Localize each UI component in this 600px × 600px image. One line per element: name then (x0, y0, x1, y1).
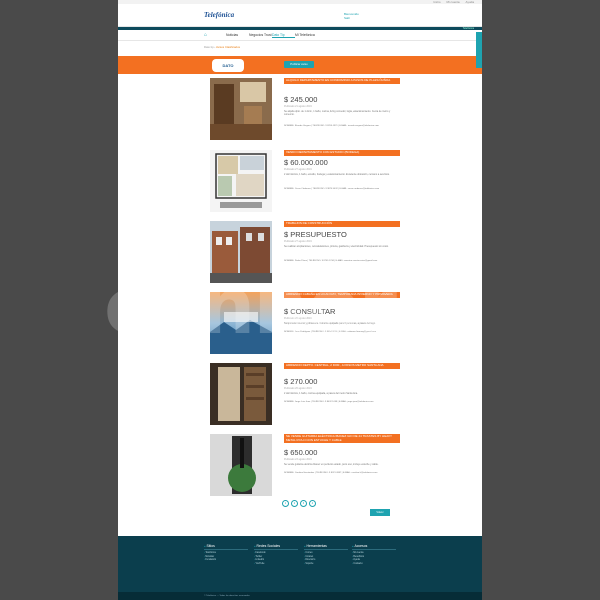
footer-column: Sitios Telefónica Movistar Fundación (204, 544, 248, 563)
listing-description: 2 dormitorios, 1 baño, estudio, bodega y… (284, 173, 390, 176)
listing-photo[interactable] (210, 434, 272, 496)
watermark: connora (104, 262, 448, 352)
page-button[interactable]: 2 (291, 500, 298, 507)
footer-heading: Sitios (204, 544, 248, 550)
footer-heading: Accesos (352, 544, 396, 550)
logout-link[interactable]: Salir (344, 16, 359, 20)
footer-link[interactable]: Contacto (352, 563, 396, 567)
footer-column: Herramientas Correo Intranet Directorio … (304, 544, 348, 566)
publish-button[interactable]: Publicar aviso (284, 61, 314, 68)
strip-text: Telefónica (462, 27, 474, 30)
listing-contact: NOMBRE: Ricardo Vergara | TELÉFONO: 9 87… (284, 125, 379, 127)
nav-item-mi-telefonica[interactable]: Mi Telefónica (295, 33, 318, 37)
listing-photo[interactable] (210, 363, 272, 425)
footer-link[interactable]: YouTube (254, 563, 298, 567)
right-backdrop (482, 0, 600, 600)
listing-item[interactable]: SE VENDE GUITARRA ELÉCTRICA IBANEZ GIO D… (204, 432, 400, 498)
listing-contact: NOMBRE: Cesar Cárdenas | TELÉFONO: 9 987… (284, 188, 380, 190)
listing-description: Se vende guitarra eléctrica Ibanez en pe… (284, 463, 379, 466)
breadcrumb-current: Avisos Clasificados (215, 45, 241, 49)
listing-item[interactable]: VENDO DEPARTAMENTO CON ESTUDIO (BODEGA) … (204, 148, 400, 214)
header: Telefónica Bienvenido Salir (118, 4, 482, 27)
footer-column: Redes Sociales Facebook Twitter LinkedIn… (254, 544, 298, 566)
breadcrumb: Dato tip › Avisos Clasificados (204, 45, 241, 49)
footer-heading: Herramientas (304, 544, 348, 550)
nav-item-negocios[interactable]: Negocios Trust (249, 33, 272, 37)
listing-description: 2 dormitorios, 1 baño, cocina equipada, … (284, 392, 358, 395)
footer-bottom: © Telefónica — Todos los derechos reserv… (118, 592, 482, 600)
listing-price: $ PRESUPUESTO (284, 230, 347, 239)
listing-price: $ 270.000 (284, 377, 318, 386)
listing-photo[interactable] (210, 150, 272, 212)
main-nav: ⌂ Noticias Negocios Trust Dato Tip Mi Te… (118, 30, 482, 41)
home-icon[interactable]: ⌂ (204, 32, 226, 38)
listing-date: Publicado 26 agosto 2019 (284, 387, 312, 390)
listing-description: Se alquila dpto. de 1 dorm, 1 baño, coci… (284, 110, 391, 116)
footer-link[interactable]: Soporte (304, 563, 348, 567)
footer-link[interactable]: Fundación (204, 559, 248, 563)
user-menu[interactable]: Bienvenido Salir (344, 12, 359, 20)
listing-date: Publicado 23 agosto 2019 (284, 458, 312, 461)
pagination: 1 2 3 4 (282, 500, 316, 507)
page-button[interactable]: 1 (282, 500, 289, 507)
listing-price: $ 60.000.000 (284, 158, 328, 167)
page-button[interactable]: 3 (300, 500, 307, 507)
listing-description: Se realizan ampliaciones, remodelaciones… (284, 245, 389, 248)
listing-item[interactable]: ARRIENDO DEPTO. CENTRAL, 2 DOR., A PASOS… (204, 361, 400, 427)
footer-heading: Redes Sociales (254, 544, 298, 550)
listing-contact: NOMBRE: Jorge Luis Juan | TELÉFONO: 9 84… (284, 401, 374, 403)
back-button[interactable]: Volver (370, 509, 390, 516)
listing-price: $ 245.000 (284, 95, 318, 104)
listing-date: Publicado 27 agosto 2019 (284, 240, 312, 243)
left-backdrop (0, 0, 118, 600)
footer-column: Accesos Mi cuenta Beneficios Ayuda Conta… (352, 544, 396, 566)
footer: Sitios Telefónica Movistar Fundación Red… (118, 536, 482, 592)
side-tab[interactable] (476, 32, 482, 68)
listing-price: $ 650.000 (284, 448, 318, 457)
nav-item-noticias[interactable]: Noticias (226, 33, 249, 37)
listing-title[interactable]: TRABAJOS DE CONSTRUCCIÓN (284, 221, 400, 227)
telefonica-logo[interactable]: Telefónica (204, 11, 234, 19)
listing-item[interactable]: ALQUILO DEPARTAMENTO EN CONDOMINIO A PAS… (204, 76, 400, 142)
listing-title[interactable]: ALQUILO DEPARTAMENTO EN CONDOMINIO A PAS… (284, 78, 400, 84)
listing-contact: NOMBRE: Carolina Hernández | TELÉFONO: 9… (284, 472, 378, 474)
listing-photo[interactable] (210, 78, 272, 140)
page-button[interactable]: 4 (309, 500, 316, 507)
nav-item-dato-tip[interactable]: Dato Tip (272, 33, 295, 38)
listing-title[interactable]: SE VENDE GUITARRA ELÉCTRICA IBANEZ GIO D… (284, 434, 400, 444)
listing-date: Publicado 21 agosto 2019 (284, 105, 312, 108)
listing-date: Publicado 27 agosto 2019 (284, 168, 312, 171)
listing-title[interactable]: VENDO DEPARTAMENTO CON ESTUDIO (BODEGA) (284, 150, 400, 156)
dato-badge: DATO (212, 59, 244, 72)
breadcrumb-root[interactable]: Dato tip (204, 45, 214, 49)
classifieds-banner: DATO Publicar aviso (118, 56, 482, 74)
listing-title[interactable]: ARRIENDO DEPTO. CENTRAL, 2 DOR., A PASOS… (284, 363, 400, 369)
